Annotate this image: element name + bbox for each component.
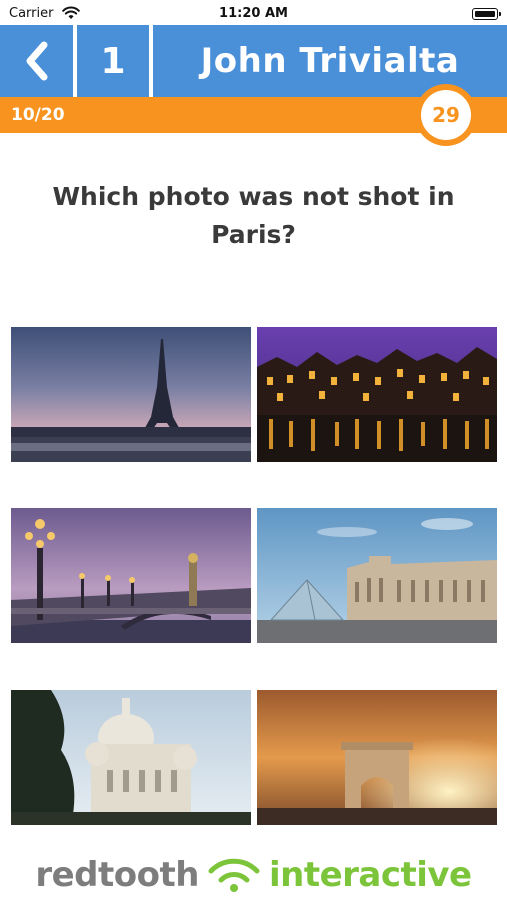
answer-photo-eiffel-tower[interactable] bbox=[11, 327, 251, 462]
back-button[interactable] bbox=[0, 25, 73, 97]
timer-badge: 29 bbox=[415, 84, 477, 146]
game-header: 1 John Trivialta bbox=[0, 25, 507, 97]
battery-icon bbox=[472, 8, 501, 20]
answer-photo-sacre-coeur[interactable] bbox=[11, 690, 251, 825]
answer-photo-pont-alexandre[interactable] bbox=[11, 508, 251, 643]
question-progress: 10/20 bbox=[11, 105, 65, 125]
chevron-left-icon bbox=[26, 41, 47, 81]
answer-photo-arc-de-triomphe[interactable] bbox=[257, 690, 497, 825]
wifi-signal-icon bbox=[208, 858, 260, 892]
answer-photo-amsterdam-canal[interactable] bbox=[257, 327, 497, 462]
timer-value: 29 bbox=[421, 90, 471, 140]
round-number: 1 bbox=[100, 40, 126, 82]
answer-photo-louvre[interactable] bbox=[257, 508, 497, 643]
status-time: 11:20 AM bbox=[219, 6, 288, 21]
question-text: Which photo was not shot in Paris? bbox=[52, 182, 455, 249]
logo-interactive-text: interactive bbox=[268, 855, 472, 895]
status-bar: Carrier 11:20 AM bbox=[0, 0, 507, 28]
logo-redtooth-text: redtooth bbox=[35, 855, 199, 895]
redtooth-interactive-logo: redtooth interactive bbox=[0, 850, 507, 900]
